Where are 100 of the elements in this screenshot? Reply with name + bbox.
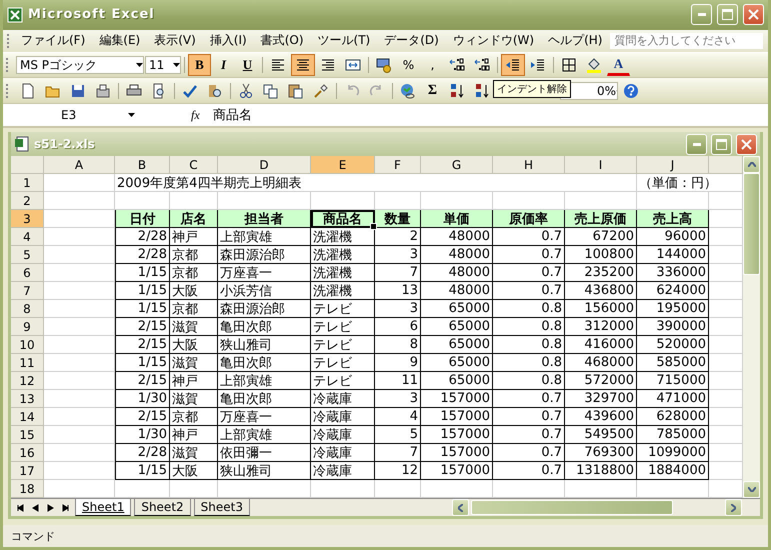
table-cell: 416000 xyxy=(565,336,637,354)
menu-item[interactable]: ファイル(F) xyxy=(15,30,92,52)
table-cell: テレビ xyxy=(311,318,375,336)
font-name-field[interactable]: MS Pゴシック xyxy=(16,56,144,74)
row-header[interactable]: 16 xyxy=(11,444,44,462)
bold-button[interactable]: B xyxy=(188,54,211,76)
format-button[interactable]: , xyxy=(421,54,444,76)
table-cell xyxy=(44,228,115,246)
column-header[interactable]: E xyxy=(311,156,375,174)
column-header[interactable]: B xyxy=(115,156,170,174)
table-cell: 2/15 xyxy=(115,336,170,354)
align-center-button[interactable] xyxy=(291,54,315,76)
row-header[interactable]: 18 xyxy=(11,480,44,498)
outdent-button[interactable] xyxy=(501,54,525,76)
table-cell: 0.7 xyxy=(493,426,565,444)
row-header[interactable]: 9 xyxy=(11,318,44,336)
column-header[interactable]: H xyxy=(493,156,565,174)
table-cell: 520000 xyxy=(637,336,709,354)
row-header[interactable]: 6 xyxy=(11,264,44,282)
close-button[interactable] xyxy=(736,134,757,155)
help-search-field[interactable]: 質問を入力してください xyxy=(610,32,764,49)
dropdown-arrow-icon xyxy=(128,113,135,118)
spelling-icon xyxy=(182,82,198,99)
table-cell: 1099000 xyxy=(637,444,709,462)
italic-button[interactable]: I xyxy=(212,54,235,76)
table-cell: 0.7 xyxy=(493,282,565,300)
menu-item[interactable]: 挿入(I) xyxy=(204,30,253,52)
menu-item[interactable]: ツール(T) xyxy=(312,30,376,52)
format-button[interactable]: % xyxy=(397,54,420,76)
vertical-scrollbar[interactable] xyxy=(743,156,760,498)
row-header[interactable]: 4 xyxy=(11,228,44,246)
table-cell: 390000 xyxy=(637,318,709,336)
table-cell: 65000 xyxy=(421,372,493,390)
row-header[interactable]: 1 xyxy=(11,174,44,192)
row-header[interactable]: 3 xyxy=(11,210,44,228)
font-size-field[interactable]: 11 xyxy=(145,56,181,74)
sheet-nav-icon[interactable] xyxy=(62,504,69,512)
row-header[interactable]: 17 xyxy=(11,462,44,480)
indent-icon xyxy=(530,57,546,74)
menu-item[interactable]: 表示(V) xyxy=(148,30,202,52)
function-button[interactable]: fx xyxy=(191,108,213,123)
row-header[interactable]: 5 xyxy=(11,246,44,264)
menu-item[interactable]: 編集(E) xyxy=(93,30,146,52)
table-cell: 0.8 xyxy=(493,300,565,318)
row-header[interactable]: 13 xyxy=(11,390,44,408)
table-cell: 572000 xyxy=(565,372,637,390)
table-cell: 2 xyxy=(375,228,421,246)
row-header[interactable]: 10 xyxy=(11,336,44,354)
dropdown-arrow-icon xyxy=(136,63,143,68)
minimize-button[interactable] xyxy=(691,4,712,26)
menu-item[interactable]: ウィンドウ(W) xyxy=(446,30,540,52)
minimize-icon xyxy=(698,13,706,16)
name-box[interactable]: E3 xyxy=(3,104,143,126)
maximize-button[interactable] xyxy=(717,4,738,26)
close-button[interactable] xyxy=(743,4,764,26)
brush-icon xyxy=(313,82,329,99)
column-header[interactable]: D xyxy=(218,156,311,174)
table-cell: 京都 xyxy=(170,264,218,282)
minimize-button[interactable] xyxy=(686,134,707,155)
row-header[interactable]: 15 xyxy=(11,426,44,444)
column-header[interactable]: A xyxy=(44,156,115,174)
sheet-nav-icon[interactable] xyxy=(17,504,24,512)
table-cell: 7 xyxy=(375,444,421,462)
column-header[interactable]: C xyxy=(170,156,218,174)
underline-button[interactable]: U xyxy=(236,54,259,76)
sheet-tab[interactable]: Sheet1 xyxy=(75,499,132,516)
menu-item[interactable]: ヘルプ(H) xyxy=(542,30,608,52)
table-cell: 2/15 xyxy=(115,408,170,426)
column-header[interactable]: F xyxy=(375,156,421,174)
table-cell: 大阪 xyxy=(170,336,218,354)
row-header[interactable]: 11 xyxy=(11,354,44,372)
row-header[interactable]: 8 xyxy=(11,300,44,318)
sheet-tab[interactable]: Sheet3 xyxy=(194,499,250,516)
formula-field[interactable]: 商品名 xyxy=(213,106,252,124)
column-header[interactable]: I xyxy=(565,156,637,174)
table-cell: 144000 xyxy=(637,246,709,264)
table-cell: 48000 xyxy=(421,282,493,300)
table-cell: 担当者 xyxy=(218,210,311,228)
globe-link-icon xyxy=(400,82,416,99)
restore-button[interactable] xyxy=(711,134,732,155)
table-cell: 商品名 xyxy=(311,210,375,228)
table-cell: 神戸 xyxy=(170,372,218,390)
table-cell: 2/15 xyxy=(115,372,170,390)
row-header[interactable]: 2 xyxy=(11,192,44,210)
table-cell xyxy=(44,426,115,444)
sheet-tab[interactable]: Sheet2 xyxy=(134,499,191,516)
row-header[interactable]: 12 xyxy=(11,372,44,390)
borders-icon xyxy=(561,57,577,74)
row-header[interactable]: 7 xyxy=(11,282,44,300)
menu-item[interactable]: 書式(O) xyxy=(254,30,310,52)
table-cell: 神戸 xyxy=(170,426,218,444)
table-cell: 洗濯機 xyxy=(311,264,375,282)
column-header[interactable]: J xyxy=(637,156,709,174)
table-cell: 628000 xyxy=(637,408,709,426)
column-header[interactable]: G xyxy=(421,156,493,174)
autosum-button[interactable]: Σ xyxy=(421,80,444,102)
row-header[interactable]: 14 xyxy=(11,408,44,426)
menu-item[interactable]: データ(D) xyxy=(378,30,445,52)
table-cell: 195000 xyxy=(637,300,709,318)
table-cell: 神戸 xyxy=(170,228,218,246)
